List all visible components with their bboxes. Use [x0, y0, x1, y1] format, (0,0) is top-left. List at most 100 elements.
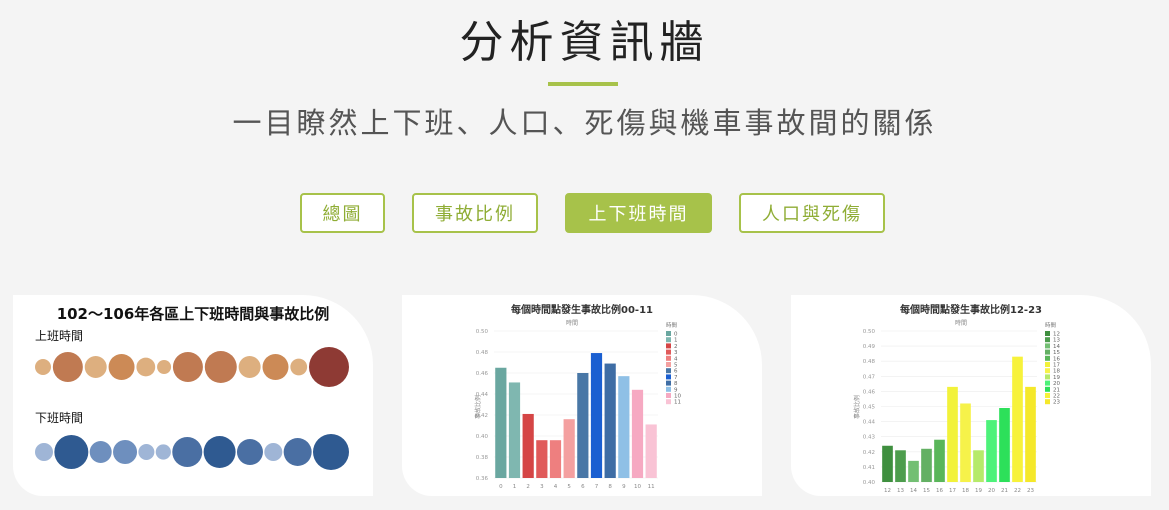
bar — [508, 382, 521, 478]
legend-swatch — [1045, 355, 1050, 361]
bar — [999, 408, 1010, 482]
bubble — [264, 443, 283, 461]
x-tick-label: 13 — [897, 488, 904, 494]
x-tick-label: 6 — [581, 484, 585, 490]
legend-swatch — [666, 337, 671, 343]
bar — [536, 440, 548, 478]
legend-swatch — [666, 380, 671, 386]
bar — [908, 460, 919, 482]
bar-chart-title: 每個時間點發生事故比例00-11 — [511, 303, 653, 316]
legend-label: 5 — [674, 363, 678, 369]
legend-label: 16 — [1053, 356, 1060, 362]
legend-swatch — [666, 374, 671, 380]
bar — [934, 439, 945, 482]
legend-label: 19 — [1053, 375, 1060, 381]
legend-label: 12 — [1053, 332, 1060, 338]
legend-swatch — [666, 393, 671, 398]
bar — [882, 445, 893, 482]
section-label-commute-out: 上班時間 — [35, 329, 83, 343]
legend-swatch — [1045, 380, 1050, 386]
bar — [577, 373, 589, 478]
y-tick-label: 0.42 — [863, 450, 875, 456]
legend-label: 11 — [674, 400, 681, 406]
bar — [495, 367, 507, 478]
legend-swatch — [1045, 374, 1050, 380]
bubble — [113, 440, 138, 464]
legend-label: 6 — [674, 369, 678, 375]
page-subtitle: 一目瞭然上下班、人口、死傷與機車事故間的關係 — [232, 106, 937, 140]
legend-swatch — [1045, 399, 1050, 405]
x-tick-label: 4 — [554, 484, 558, 490]
x-axis-label: 時間 — [955, 319, 967, 327]
tab-population-casualties[interactable]: 人口與死傷 — [739, 193, 885, 233]
bar — [960, 403, 971, 482]
bar-chart-00-11: 每個時間點發生事故比例00-11 時間 事故比例 0.360.380.400.4… — [474, 303, 681, 490]
x-tick-label: 1 — [513, 484, 517, 490]
tab-bar: 總圖 事故比例 上下班時間 人口與死傷 — [0, 193, 1169, 237]
legend-swatch — [666, 368, 671, 374]
legend-label: 1 — [674, 338, 678, 344]
legend-label: 15 — [1053, 350, 1060, 356]
tab-overview[interactable]: 總圖 — [300, 193, 385, 233]
tab-commute-time[interactable]: 上下班時間 — [565, 193, 712, 233]
bar — [895, 450, 906, 482]
legend-swatch — [1045, 362, 1050, 367]
y-tick-label: 0.44 — [863, 420, 876, 426]
x-tick-label: 5 — [567, 484, 571, 490]
legend-label: 8 — [674, 381, 678, 387]
y-tick-label: 0.42 — [476, 413, 488, 419]
bar-chart-card-12-23[interactable]: 每個時間點發生事故比例12-23 時間 事故比例 0.40 0.41 0.42 0.4… — [791, 295, 1151, 496]
bubble — [108, 354, 135, 380]
y-axis-label: 事故比例 — [853, 395, 861, 419]
legend-swatch — [666, 399, 671, 405]
bar — [618, 376, 630, 478]
x-tick-label: 18 — [962, 488, 969, 494]
x-tick-label: 19 — [975, 488, 982, 494]
legend-swatch — [1045, 393, 1050, 398]
bubble — [290, 358, 308, 376]
tab-accident-ratio[interactable]: 事故比例 — [412, 193, 538, 233]
bar — [986, 420, 997, 482]
bubble-chart-card[interactable]: 102～106年各區上下班時間與事故比例 上班時間 下班時間 — [13, 295, 373, 496]
bubble — [89, 441, 112, 463]
legend-swatch — [666, 349, 671, 355]
y-tick-label: 0.40 — [476, 434, 489, 440]
legend-swatch — [1045, 368, 1050, 374]
y-tick-label: 0.48 — [476, 350, 489, 356]
bubble — [236, 439, 263, 465]
y-tick-label: 0.47 — [863, 374, 876, 380]
bubble — [172, 352, 203, 382]
y-tick-label: 0.36 — [476, 476, 489, 482]
x-tick-label: 8 — [608, 484, 612, 490]
x-tick-label: 12 — [884, 488, 891, 494]
y-tick-label: 0.38 — [476, 455, 489, 461]
bar — [604, 363, 616, 478]
legend-label: 7 — [674, 375, 678, 381]
bubble — [309, 347, 349, 387]
legend-label: 22 — [1053, 394, 1060, 400]
x-tick-label: 15 — [923, 488, 930, 494]
bar — [549, 440, 562, 478]
legend-label: 10 — [674, 394, 681, 400]
legend-label: 0 — [674, 332, 678, 338]
bubble — [203, 436, 236, 468]
bar — [1012, 356, 1023, 482]
section-label-commute-home: 下班時間 — [35, 411, 83, 425]
legend-label: 20 — [1053, 381, 1060, 387]
legend-swatch — [1045, 349, 1050, 355]
y-tick-label: 0.46 — [476, 371, 489, 377]
legend-swatch — [1045, 386, 1050, 392]
legend-swatch — [666, 386, 671, 392]
legend-swatch — [666, 331, 671, 336]
x-tick-label: 3 — [540, 484, 544, 490]
bar — [947, 386, 958, 482]
bar-chart-card-00-11[interactable]: 每個時間點發生事故比例00-11 時間 事故比例 0.36 0.38 0.40 0.4… — [402, 295, 762, 496]
bubble — [172, 437, 203, 467]
bar-chart-12-23: 每個時間點發生事故比例12-23 時間 事故比例 0.40 0.41 0.42 0.4… — [853, 303, 1060, 494]
bar — [645, 424, 657, 478]
bubble — [138, 444, 155, 460]
x-tick-label: 23 — [1027, 488, 1034, 494]
legend-swatch — [1045, 337, 1050, 343]
y-tick-label: 0.41 — [863, 465, 875, 471]
legend-swatch — [666, 343, 671, 349]
